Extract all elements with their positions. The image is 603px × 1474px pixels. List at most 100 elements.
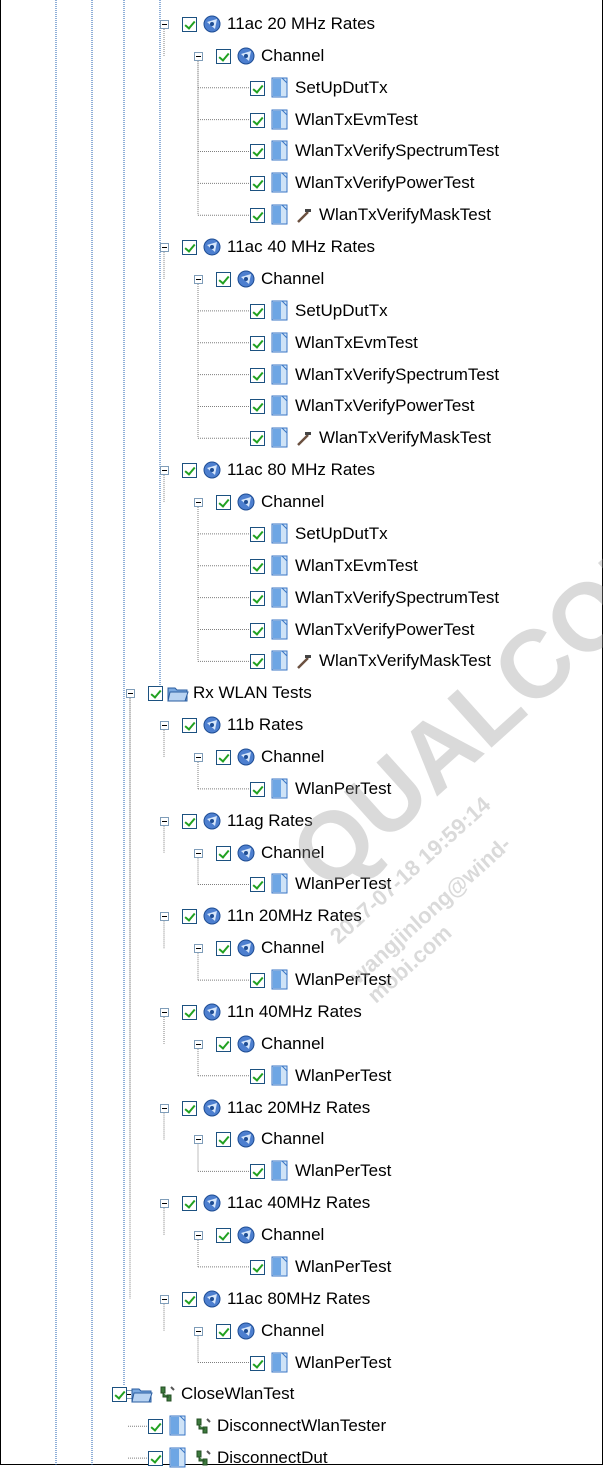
checkbox[interactable]: [250, 112, 265, 128]
collapse-toggle-icon[interactable]: [160, 1103, 169, 1113]
checkbox[interactable]: [182, 240, 197, 256]
checkbox[interactable]: [182, 1291, 197, 1307]
tree-node-label[interactable]: SetUpDutTx: [295, 300, 388, 322]
tree-node-label[interactable]: CloseWlanTest: [181, 1383, 294, 1405]
checkbox[interactable]: [216, 1228, 231, 1244]
tree-node-channel[interactable]: Channel: [0, 1316, 600, 1347]
tree-node-label[interactable]: Channel: [261, 1033, 324, 1055]
checkbox[interactable]: [216, 48, 231, 64]
tree-node-wlantxverifymasktest[interactable]: WlanTxVerifyMaskTest: [0, 423, 600, 454]
tree-node-label[interactable]: 11ac 20MHz Rates: [227, 1097, 370, 1119]
tree-node-label[interactable]: 11ac 80 MHz Rates: [227, 459, 375, 481]
tree-node-rx-wlan-tests[interactable]: Rx WLAN Tests: [0, 678, 600, 709]
tree-node-label[interactable]: WlanTxVerifyPowerTest: [295, 395, 475, 417]
tree-node-wlanpertest[interactable]: WlanPerTest: [0, 965, 600, 996]
tree-node-wlantxverifypowertest[interactable]: WlanTxVerifyPowerTest: [0, 391, 600, 422]
tree-node-label[interactable]: SetUpDutTx: [295, 523, 388, 545]
checkbox[interactable]: [182, 909, 197, 925]
collapse-toggle-icon[interactable]: [160, 721, 169, 731]
checkbox[interactable]: [216, 1323, 231, 1339]
tree-node-wlanpertest[interactable]: WlanPerTest: [0, 869, 600, 900]
checkbox[interactable]: [250, 144, 265, 160]
tree-node-label[interactable]: 11ac 40 MHz Rates: [227, 236, 375, 258]
checkbox[interactable]: [148, 1419, 163, 1435]
tree-node-label[interactable]: Channel: [261, 45, 324, 67]
tree-node-11ac-80-mhz-rates[interactable]: 11ac 80 MHz Rates: [0, 455, 600, 486]
collapse-toggle-icon[interactable]: [194, 1039, 203, 1049]
tree-node-label[interactable]: WlanTxEvmTest: [295, 109, 418, 131]
checkbox[interactable]: [250, 399, 265, 415]
tree-node-channel[interactable]: Channel: [0, 1220, 600, 1251]
checkbox[interactable]: [182, 813, 197, 829]
tree-node-channel[interactable]: Channel: [0, 1124, 600, 1155]
tree-node-label[interactable]: WlanPerTest: [295, 1352, 391, 1374]
checkbox[interactable]: [250, 558, 265, 574]
tree-node-11ac-40-mhz-rates[interactable]: 11ac 40 MHz Rates: [0, 232, 600, 263]
checkbox[interactable]: [216, 1036, 231, 1052]
tree-node-label[interactable]: WlanTxVerifySpectrumTest: [295, 140, 499, 162]
checkbox[interactable]: [250, 1068, 265, 1084]
checkbox[interactable]: [250, 208, 265, 224]
collapse-toggle-icon[interactable]: [194, 944, 203, 954]
tree-node-label[interactable]: DisconnectWlanTester: [217, 1415, 386, 1437]
tree-node-label[interactable]: WlanPerTest: [295, 1160, 391, 1182]
checkbox[interactable]: [250, 877, 265, 893]
tree-node-wlantxverifyspectrumtest[interactable]: WlanTxVerifySpectrumTest: [0, 136, 600, 167]
checkbox[interactable]: [250, 335, 265, 351]
collapse-toggle-icon[interactable]: [160, 1294, 169, 1304]
collapse-toggle-icon[interactable]: [194, 1231, 203, 1241]
tree-node-11n-20mhz-rates[interactable]: 11n 20MHz Rates: [0, 901, 600, 932]
tree-node-wlantxevmtest[interactable]: WlanTxEvmTest: [0, 551, 600, 582]
collapse-toggle-icon[interactable]: [194, 848, 203, 858]
collapse-toggle-icon[interactable]: [194, 1326, 203, 1336]
checkbox[interactable]: [250, 781, 265, 797]
tree-node-label[interactable]: WlanTxVerifySpectrumTest: [295, 587, 499, 609]
checkbox[interactable]: [250, 1259, 265, 1275]
checkbox[interactable]: [250, 622, 265, 638]
checkbox[interactable]: [182, 463, 197, 479]
checkbox[interactable]: [182, 1004, 197, 1020]
collapse-toggle-icon[interactable]: [194, 274, 203, 284]
tree-node-wlanpertest[interactable]: WlanPerTest: [0, 1348, 600, 1379]
tree-node-wlantxverifypowertest[interactable]: WlanTxVerifyPowerTest: [0, 615, 600, 646]
tree-node-label[interactable]: 11n 20MHz Rates: [227, 905, 362, 927]
tree-node-label[interactable]: WlanPerTest: [295, 1065, 391, 1087]
tree-node-label[interactable]: WlanTxVerifyPowerTest: [295, 619, 475, 641]
tree-node-label[interactable]: WlanTxVerifyPowerTest: [295, 172, 475, 194]
checkbox[interactable]: [250, 431, 265, 447]
tree-node-label[interactable]: Channel: [261, 746, 324, 768]
tree-node-wlantxverifypowertest[interactable]: WlanTxVerifyPowerTest: [0, 168, 600, 199]
tree-node-label[interactable]: WlanPerTest: [295, 778, 391, 800]
checkbox[interactable]: [250, 654, 265, 670]
collapse-toggle-icon[interactable]: [160, 912, 169, 922]
checkbox[interactable]: [250, 176, 265, 192]
tree-node-wlanpertest[interactable]: WlanPerTest: [0, 1156, 600, 1187]
tree-node-label[interactable]: 11ag Rates: [227, 810, 313, 832]
checkbox[interactable]: [250, 590, 265, 606]
collapse-toggle-icon[interactable]: [194, 753, 203, 762]
tree-node-wlantxevmtest[interactable]: WlanTxEvmTest: [0, 105, 600, 136]
tree-node-label[interactable]: WlanTxVerifySpectrumTest: [295, 364, 499, 386]
checkbox[interactable]: [216, 941, 231, 957]
checkbox[interactable]: [182, 1196, 197, 1212]
tree-node-11ac-20mhz-rates[interactable]: 11ac 20MHz Rates: [0, 1093, 600, 1124]
tree-node-11ac-40mhz-rates[interactable]: 11ac 40MHz Rates: [0, 1188, 600, 1219]
tree-node-11ag-rates[interactable]: 11ag Rates: [0, 806, 600, 837]
collapse-toggle-icon[interactable]: [160, 816, 169, 826]
tree-node-label[interactable]: Channel: [261, 937, 324, 959]
tree-node-label[interactable]: SetUpDutTx: [295, 77, 388, 99]
tree-node-wlantxverifymasktest[interactable]: WlanTxVerifyMaskTest: [0, 200, 600, 231]
tree-node-label[interactable]: Channel: [261, 1224, 324, 1246]
tree-node-label[interactable]: Channel: [261, 1320, 324, 1342]
collapse-toggle-icon[interactable]: [194, 498, 203, 508]
tree-node-label[interactable]: 11ac 80MHz Rates: [227, 1288, 370, 1310]
checkbox[interactable]: [250, 1355, 265, 1371]
checkbox[interactable]: [216, 1132, 231, 1148]
tree-node-closewlantest[interactable]: CloseWlanTest: [0, 1379, 600, 1410]
checkbox[interactable]: [250, 80, 265, 96]
tree-node-wlantxverifyspectrumtest[interactable]: WlanTxVerifySpectrumTest: [0, 360, 600, 391]
collapse-toggle-icon[interactable]: [160, 1007, 169, 1017]
checkbox[interactable]: [250, 303, 265, 319]
checkbox[interactable]: [250, 1164, 265, 1180]
tree-node-label[interactable]: 11n 40MHz Rates: [227, 1001, 362, 1023]
